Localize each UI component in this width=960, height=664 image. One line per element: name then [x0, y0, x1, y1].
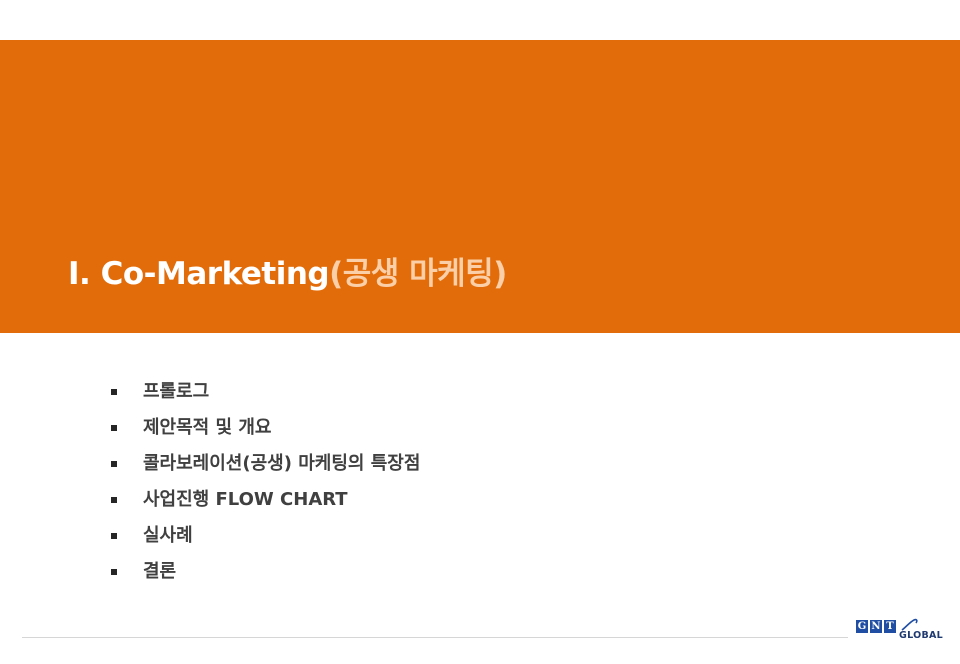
footer-divider	[22, 637, 848, 638]
square-bullet-icon	[111, 533, 117, 539]
agenda-item-prologue: 프롤로그	[110, 374, 420, 410]
square-bullet-icon	[111, 461, 117, 467]
square-bullet-icon	[111, 425, 117, 431]
agenda-item-label: 실사례	[143, 525, 193, 546]
logo-letter-n: N	[870, 620, 882, 633]
agenda-item-label: 제안목적 및 개요	[143, 417, 272, 438]
agenda-item-label: 콜라보레이션(공생) 마케팅의 특장점	[143, 453, 421, 474]
agenda-item-label: 결론	[143, 561, 177, 582]
square-bullet-icon	[111, 569, 117, 575]
gnt-global-logo: G N T GLOBAL	[856, 618, 948, 646]
agenda-list: 프롤로그 제안목적 및 개요 콜라보레이션(공생) 마케팅의 특장점 사업진행 …	[110, 374, 420, 590]
agenda-item-flow-chart: 사업진행 FLOW CHART	[110, 482, 420, 518]
slide-title-sub: (공생 마케팅)	[329, 256, 507, 292]
logo-letter-g: G	[856, 620, 868, 633]
agenda-item-purpose: 제안목적 및 개요	[110, 410, 420, 446]
agenda-item-case-study: 실사례	[110, 518, 420, 554]
logo-wordmark: GLOBAL	[899, 630, 944, 641]
square-bullet-icon	[111, 497, 117, 503]
agenda-item-conclusion: 결론	[110, 554, 420, 590]
logo-letter-t: T	[884, 620, 896, 633]
square-bullet-icon	[111, 389, 117, 395]
agenda-item-strengths: 콜라보레이션(공생) 마케팅의 특장점	[110, 446, 420, 482]
slide-title-main: Ⅰ. Co-Marketing	[68, 256, 330, 292]
slide-title: Ⅰ. Co-Marketing(공생 마케팅)	[68, 248, 507, 293]
agenda-item-label: 프롤로그	[143, 381, 210, 402]
agenda-item-label: 사업진행 FLOW CHART	[143, 489, 348, 510]
